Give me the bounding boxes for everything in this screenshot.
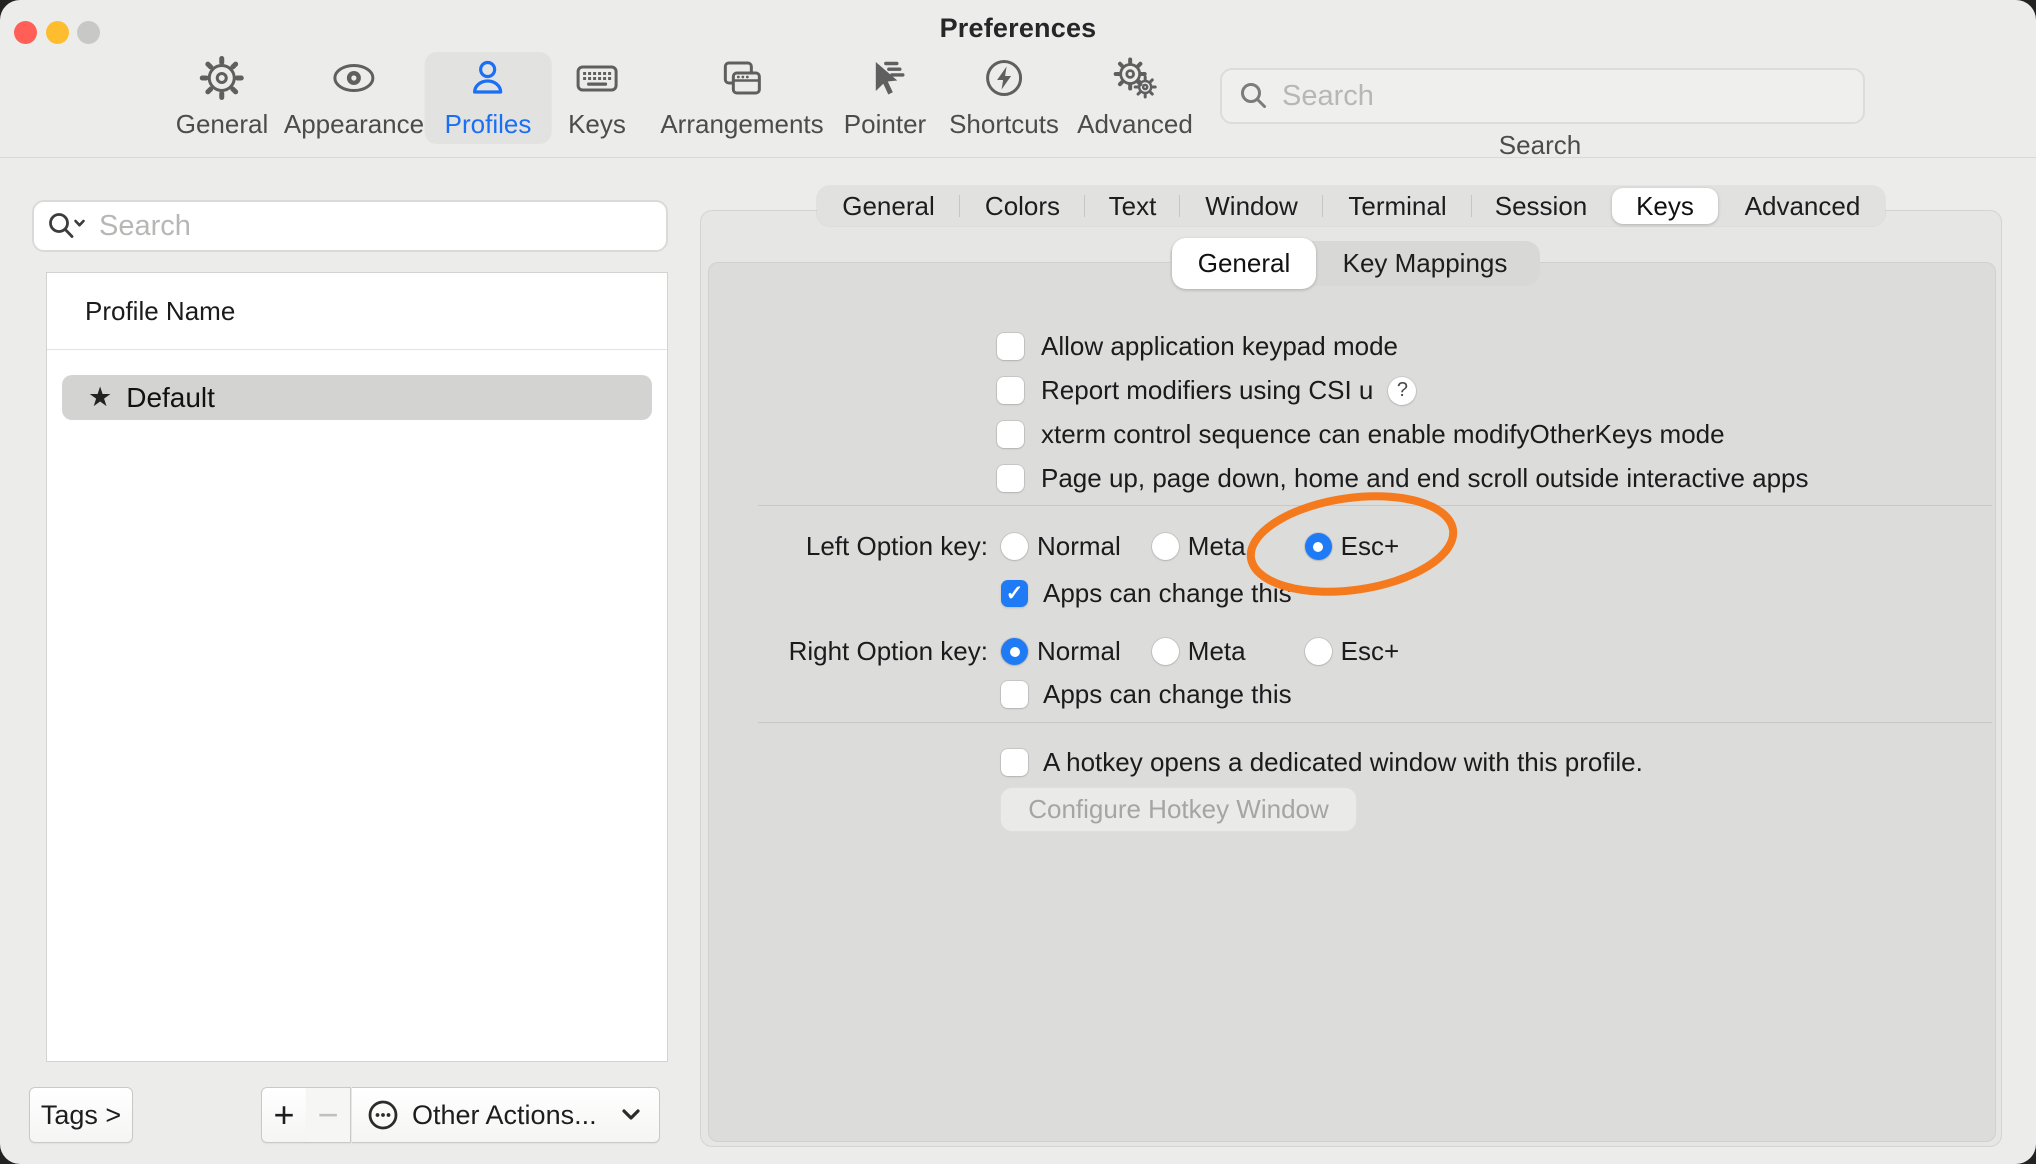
checkbox-unchecked[interactable]	[997, 465, 1024, 492]
bolt-circle-icon	[980, 52, 1028, 102]
gears-icon	[1111, 52, 1159, 102]
remove-profile-button[interactable]: −	[306, 1087, 351, 1143]
help-button[interactable]: ?	[1388, 377, 1416, 405]
hotkey-row[interactable]: A hotkey opens a dedicated window with t…	[1001, 747, 1643, 778]
radio-right-normal-selected[interactable]	[1001, 638, 1028, 665]
eye-icon	[330, 52, 378, 102]
toolbar-label: General	[176, 111, 269, 137]
profile-search-input[interactable]: Search	[32, 200, 668, 252]
plus-icon: +	[273, 1094, 294, 1136]
preferences-window: Preferences General Appearance	[0, 0, 2036, 1164]
tab-text[interactable]: Text	[1085, 186, 1180, 226]
toolbar-item-advanced[interactable]: Advanced	[1077, 52, 1193, 144]
tab-advanced[interactable]: Advanced	[1720, 186, 1885, 226]
radio-right-esc[interactable]	[1305, 638, 1332, 665]
add-profile-button[interactable]: +	[261, 1087, 307, 1143]
toolbar-label: Arrangements	[660, 111, 823, 137]
person-icon	[464, 52, 512, 102]
checkbox-unchecked[interactable]	[997, 377, 1024, 404]
chevron-down-icon	[619, 1106, 643, 1124]
checkbox-unchecked[interactable]	[997, 421, 1024, 448]
toolbar-label: Pointer	[844, 111, 926, 137]
tab-general[interactable]: General	[817, 186, 960, 226]
tab-keys[interactable]: Keys	[1610, 186, 1720, 226]
toolbar-label: Advanced	[1077, 111, 1193, 137]
checkbox-unchecked[interactable]	[1001, 681, 1028, 708]
keys-subtab-bar: General Key Mappings	[1170, 241, 1540, 286]
radio-left-normal[interactable]	[1001, 533, 1028, 560]
checkbox-row-csi-u[interactable]: Report modifiers using CSI u ?	[997, 375, 1416, 406]
profile-tab-bar: General Colors Text Window Terminal Sess…	[817, 186, 1885, 226]
toolbar-item-arrangements[interactable]: Arrangements	[660, 52, 823, 144]
left-option-key-label: Left Option key:	[768, 531, 988, 562]
toolbar-label: Appearance	[284, 111, 424, 137]
subtab-key-mappings[interactable]: Key Mappings	[1316, 241, 1534, 286]
radio-left-meta[interactable]	[1152, 533, 1179, 560]
tags-button[interactable]: Tags >	[29, 1087, 133, 1143]
toolbar-item-shortcuts[interactable]: Shortcuts	[949, 52, 1059, 144]
other-actions-label: Other Actions...	[412, 1100, 597, 1131]
gear-icon	[198, 52, 246, 102]
toolbar-item-general[interactable]: General	[176, 52, 269, 144]
toolbar-item-pointer[interactable]: Pointer	[844, 52, 926, 144]
tab-window[interactable]: Window	[1180, 186, 1323, 226]
divider	[758, 722, 1992, 723]
tab-terminal[interactable]: Terminal	[1323, 186, 1472, 226]
left-option-key-row: Left Option key: Normal Meta Esc+	[768, 531, 1399, 562]
column-header: Profile Name	[85, 296, 235, 327]
radio-left-esc-selected[interactable]	[1305, 533, 1332, 560]
search-icon	[1238, 80, 1270, 112]
subtab-general[interactable]: General	[1172, 238, 1316, 289]
profile-list-header: Profile Name	[47, 273, 667, 350]
toolbar-item-profiles[interactable]: Profiles	[425, 52, 552, 144]
checkbox-row-modifyotherkeys[interactable]: xterm control sequence can enable modify…	[997, 419, 1725, 450]
windows-icon	[718, 52, 766, 102]
toolbar-search-input[interactable]: Search	[1220, 68, 1865, 124]
right-option-key-label: Right Option key:	[768, 636, 988, 667]
tab-keys-selected: Keys	[1612, 188, 1718, 224]
search-placeholder: Search	[1282, 80, 1374, 113]
toolbar-label: Profiles	[445, 111, 532, 137]
profile-row-default[interactable]: ★ Default	[62, 375, 652, 420]
checkbox-unchecked[interactable]	[997, 333, 1024, 360]
divider	[758, 505, 1992, 506]
profile-list: Profile Name ★ Default	[46, 272, 668, 1062]
toolbar-divider	[0, 157, 2036, 158]
tags-button-label: Tags >	[41, 1100, 121, 1131]
toolbar-item-appearance[interactable]: Appearance	[284, 52, 424, 144]
right-apps-can-change-row[interactable]: Apps can change this	[1001, 679, 1292, 710]
tab-session[interactable]: Session	[1472, 186, 1610, 226]
toolbar-item-keys[interactable]: Keys	[568, 52, 626, 144]
other-actions-dropdown[interactable]: Other Actions...	[352, 1087, 660, 1143]
search-placeholder: Search	[99, 210, 191, 243]
toolbar-label: Shortcuts	[949, 111, 1059, 137]
window-title: Preferences	[0, 13, 2036, 44]
star-icon: ★	[88, 382, 112, 413]
right-option-key-row: Right Option key: Normal Meta Esc+	[768, 636, 1399, 667]
checkbox-row-keypad[interactable]: Allow application keypad mode	[997, 331, 1398, 362]
checkbox-row-page-scroll[interactable]: Page up, page down, home and end scroll …	[997, 463, 1809, 494]
radio-right-meta[interactable]	[1152, 638, 1179, 665]
checkbox-checked[interactable]	[1001, 580, 1028, 607]
profile-name: Default	[126, 382, 215, 414]
keyboard-icon	[573, 52, 621, 102]
left-apps-can-change-row[interactable]: Apps can change this	[1001, 578, 1292, 609]
tab-colors[interactable]: Colors	[960, 186, 1085, 226]
checkbox-unchecked[interactable]	[1001, 749, 1028, 776]
configure-hotkey-window-button[interactable]: Configure Hotkey Window	[1000, 787, 1357, 832]
search-with-menu-icon	[47, 210, 89, 242]
cursor-icon	[861, 52, 909, 102]
ellipsis-circle-icon	[366, 1098, 400, 1132]
minus-icon: −	[317, 1094, 338, 1136]
toolbar-label: Keys	[568, 111, 626, 137]
